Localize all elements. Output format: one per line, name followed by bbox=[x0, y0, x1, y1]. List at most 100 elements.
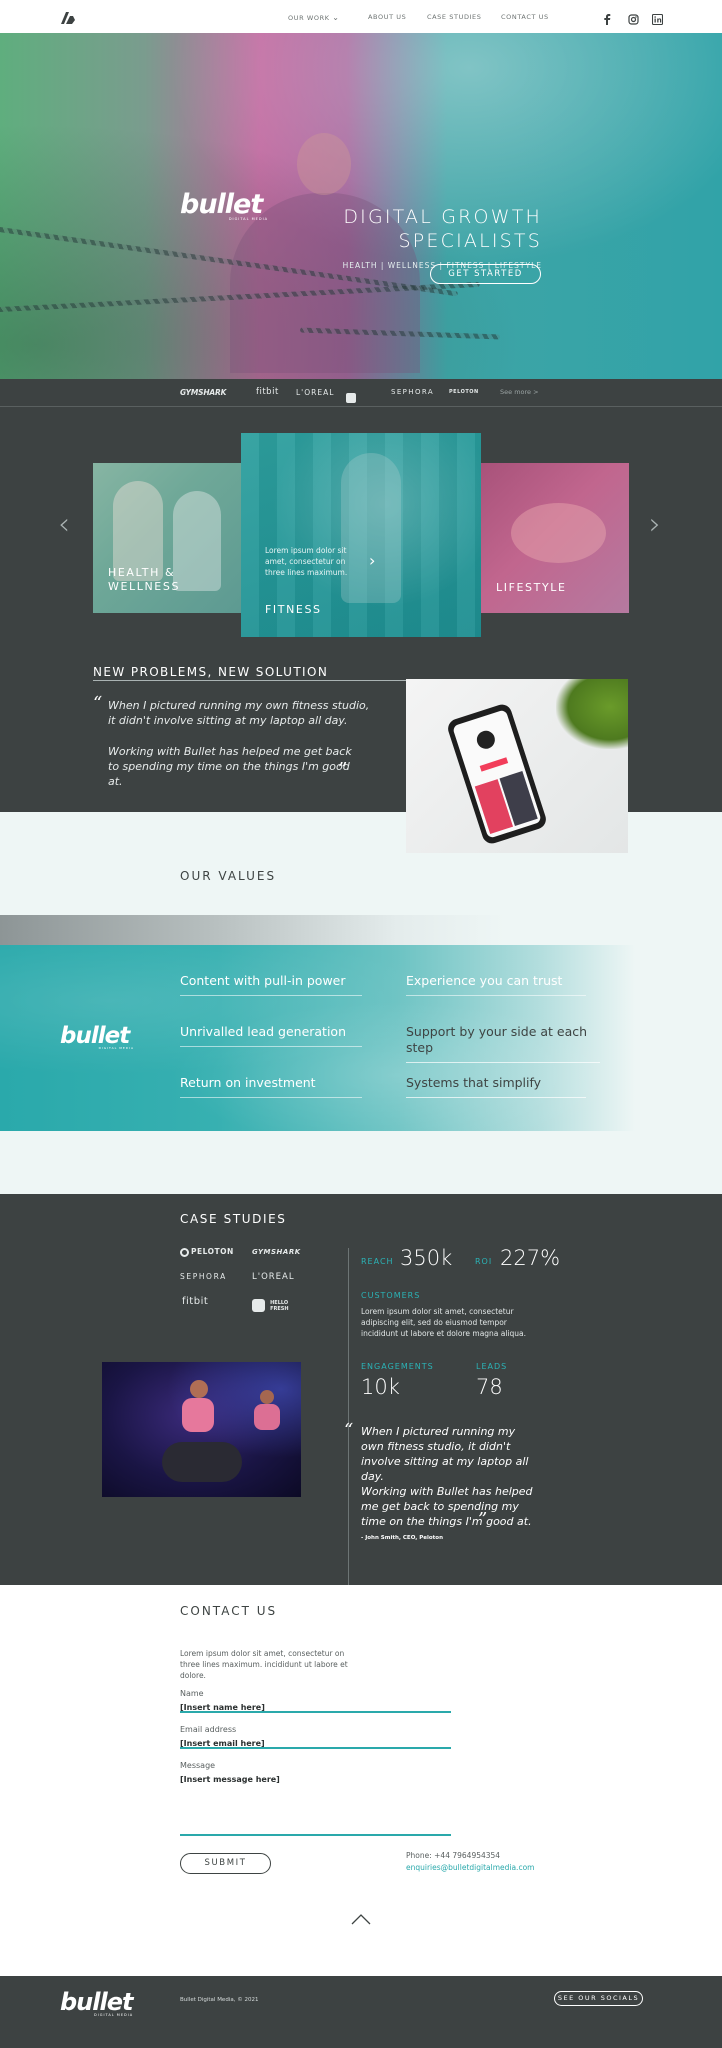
nav-about-us[interactable]: ABOUT US bbox=[368, 13, 406, 21]
value-item: Experience you can trust bbox=[406, 973, 586, 996]
image-bike bbox=[162, 1442, 242, 1482]
image-person bbox=[254, 1404, 280, 1430]
values-band-top bbox=[0, 915, 722, 945]
card-image-people bbox=[173, 491, 221, 591]
brand-strip: GYMSHARK fitbit L'OREAL HELLO FRESH SEPH… bbox=[0, 379, 722, 421]
hero-title: DIGITAL GROWTH SPECIALISTS bbox=[343, 205, 542, 253]
value-item: Content with pull-in power bbox=[180, 973, 362, 996]
carousel-card-lifestyle[interactable]: LIFESTYLE bbox=[481, 463, 629, 613]
cs-logo-hellofresh: HELLO FRESH bbox=[252, 1295, 292, 1314]
brand-logo-fitbit: fitbit bbox=[256, 387, 279, 397]
case-study-image bbox=[102, 1362, 301, 1497]
cs-close-quote-mark: ” bbox=[478, 1509, 488, 1530]
value-item: Unrivalled lead generation bbox=[180, 1024, 362, 1047]
problems-quote-1: When I pictured running my own fitness s… bbox=[108, 699, 370, 727]
peloton-mark-icon bbox=[180, 1247, 189, 1257]
site-footer: bullet DIGITAL MEDIA Bullet Digital Medi… bbox=[0, 1976, 722, 2048]
footer-logo-wordmark: bullet bbox=[60, 1988, 133, 2016]
cs-logo-fitbit: fitbit bbox=[182, 1296, 209, 1307]
phone-screen bbox=[452, 709, 542, 839]
carousel-card-fitness[interactable]: Lorem ipsum dolor sit amet, consectetur … bbox=[241, 433, 481, 637]
cs-attribution: - John Smith, CEO, Peloton bbox=[361, 1535, 443, 1541]
image-person bbox=[190, 1380, 208, 1398]
nav-contact-us[interactable]: CONTACT US bbox=[501, 13, 549, 21]
image-person bbox=[182, 1398, 214, 1432]
carousel-prev-arrow[interactable]: ‹ bbox=[58, 507, 70, 542]
hero-title-line1: DIGITAL GROWTH bbox=[343, 206, 542, 228]
instagram-icon[interactable] bbox=[628, 10, 639, 29]
brand-logo-hellofresh: HELLO FRESH bbox=[346, 387, 374, 421]
contact-title: CONTACT US bbox=[180, 1604, 278, 1618]
follow-button bbox=[479, 757, 509, 772]
leads-value: 78 bbox=[476, 1375, 503, 1399]
value-item: Support by your side at each step bbox=[406, 1024, 600, 1063]
problems-title-underline bbox=[93, 680, 413, 681]
name-field-underline bbox=[180, 1711, 451, 1713]
nav-our-work-label: OUR WORK bbox=[288, 14, 330, 22]
header-logo[interactable] bbox=[61, 9, 75, 24]
leads-label: LEADS bbox=[476, 1362, 508, 1371]
contact-email-link[interactable]: enquiries@bulletdigitalmedia.com bbox=[406, 1863, 534, 1872]
carousel-next-arrow[interactable]: › bbox=[649, 507, 661, 542]
values-title: OUR VALUES bbox=[180, 869, 277, 883]
submit-button[interactable]: SUBMIT bbox=[180, 1853, 271, 1874]
email-label: Email address bbox=[180, 1725, 237, 1734]
email-field-underline bbox=[180, 1747, 451, 1749]
see-more-link[interactable]: See more > bbox=[500, 388, 539, 396]
name-label: Name bbox=[180, 1689, 204, 1698]
nav-our-work[interactable]: OUR WORK ⌄ bbox=[288, 13, 340, 22]
card-description: Lorem ipsum dolor sit amet, consectetur … bbox=[265, 546, 348, 577]
hellofresh-mark-icon bbox=[252, 1299, 265, 1312]
chevron-down-icon: ⌄ bbox=[332, 13, 340, 22]
card-arrow-icon[interactable]: › bbox=[369, 551, 375, 570]
hellofresh-mark-icon bbox=[346, 392, 356, 403]
hero-section: bullet DIGITAL MEDIA DIGITAL GROWTH SPEC… bbox=[0, 33, 722, 379]
hero-logo: bullet DIGITAL MEDIA bbox=[180, 189, 272, 222]
case-studies-divider bbox=[348, 1248, 349, 1585]
reach-label: REACH bbox=[361, 1257, 394, 1266]
card-label: HEALTH & WELLNESS bbox=[108, 566, 180, 594]
cs-logo-peloton-text: PELOTON bbox=[191, 1247, 234, 1256]
contact-phone: Phone: +44 7964954354 bbox=[406, 1851, 501, 1860]
nav-case-studies[interactable]: CASE STUDIES bbox=[427, 13, 482, 21]
image-person bbox=[260, 1390, 274, 1404]
hero-image-person-head bbox=[297, 133, 351, 195]
cs-logo-loreal: L'OREAL bbox=[252, 1272, 295, 1282]
see-our-socials-button[interactable]: SEE OUR SOCIALS bbox=[554, 1991, 643, 2006]
brand-logo-loreal: L'OREAL bbox=[296, 388, 335, 397]
phone-image bbox=[406, 679, 628, 853]
engagements-value: 10k bbox=[361, 1375, 400, 1399]
card-image-couple bbox=[511, 503, 606, 563]
values-logo-wordmark: bullet bbox=[60, 1023, 130, 1049]
footer-logo[interactable]: bullet DIGITAL MEDIA bbox=[60, 1990, 150, 2017]
message-field[interactable]: [Insert message here] bbox=[180, 1775, 451, 1825]
see-more-label: See more bbox=[500, 388, 532, 396]
facebook-icon[interactable] bbox=[603, 10, 611, 29]
value-item: Systems that simplify bbox=[406, 1075, 586, 1098]
phone-device bbox=[445, 701, 549, 847]
problems-quote-2: Working with Bullet has helped me get ba… bbox=[108, 745, 352, 788]
case-studies-section: CASE STUDIES PELOTON GYMSHARK SEPHORA L'… bbox=[0, 1194, 722, 1585]
close-quote-mark: ” bbox=[338, 759, 348, 780]
carousel-card-health-wellness[interactable]: HEALTH & WELLNESS bbox=[93, 463, 241, 613]
message-field-underline bbox=[180, 1834, 451, 1836]
card-label-line2: WELLNESS bbox=[108, 580, 181, 593]
card-label: LIFESTYLE bbox=[496, 581, 567, 594]
brand-logo-sephora: SEPHORA bbox=[391, 388, 435, 396]
brand-logo-peloton: PELOTON bbox=[449, 389, 479, 395]
customers-label: CUSTOMERS bbox=[361, 1291, 421, 1300]
get-started-button[interactable]: GET STARTED bbox=[430, 264, 541, 284]
cs-quote-2: Working with Bullet has helped me get ba… bbox=[361, 1485, 533, 1528]
back-to-top-icon[interactable] bbox=[351, 1910, 371, 1929]
contact-section: CONTACT US Lorem ipsum dolor sit amet, c… bbox=[0, 1585, 722, 1976]
card-label-line1: HEALTH & bbox=[108, 566, 176, 579]
reach-value: 350k bbox=[400, 1246, 453, 1270]
roi-value: 227% bbox=[500, 1246, 561, 1270]
linkedin-icon[interactable] bbox=[651, 10, 664, 29]
hero-logo-wordmark: bullet bbox=[180, 189, 263, 220]
message-label: Message bbox=[180, 1761, 216, 1770]
cs-open-quote-mark: “ bbox=[344, 1420, 354, 1441]
footer-copyright: Bullet Digital Media, © 2021 bbox=[180, 1997, 259, 2003]
problems-title: NEW PROBLEMS, NEW SOLUTION bbox=[93, 665, 329, 679]
tiktok-avatar bbox=[474, 728, 498, 752]
